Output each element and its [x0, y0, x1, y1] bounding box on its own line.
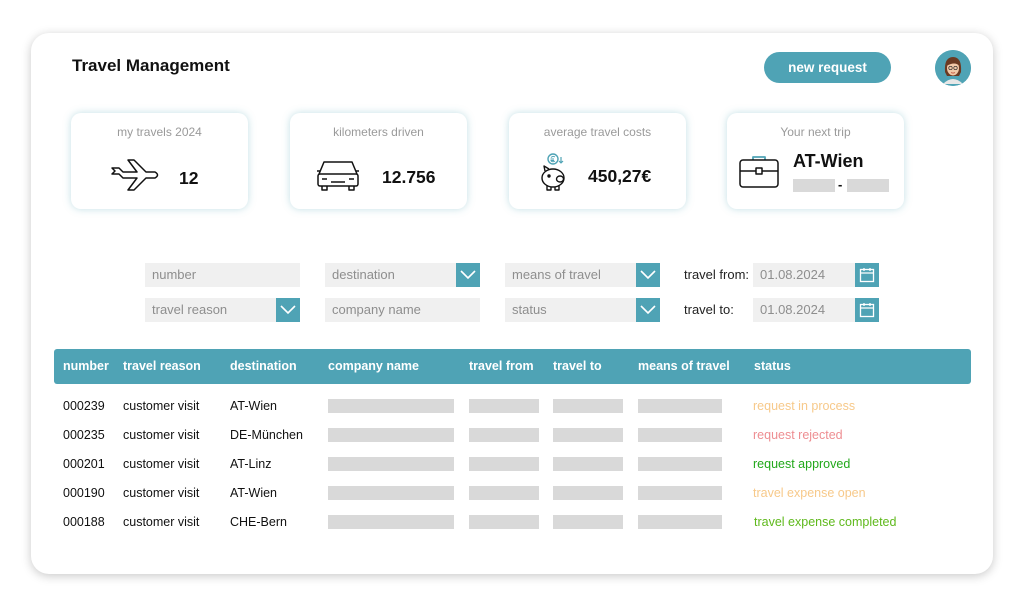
- cell-reason: customer visit: [123, 399, 200, 413]
- redacted-means: [638, 486, 722, 500]
- cell-destination: AT-Wien: [230, 399, 277, 413]
- table-row[interactable]: 000190 customer visit AT-Wien travel exp…: [0, 483, 1024, 503]
- redacted-travel-to: [553, 399, 623, 413]
- cell-reason: customer visit: [123, 428, 200, 442]
- status-rejected: request rejected: [753, 428, 843, 442]
- travel-from-date-field[interactable]: 01.08.2024: [753, 263, 879, 287]
- redacted-means: [638, 399, 722, 413]
- status-placeholder: status: [512, 302, 547, 317]
- redacted-travel-to: [553, 515, 623, 529]
- status-select[interactable]: status: [505, 298, 660, 322]
- column-header-travel-from[interactable]: travel from: [469, 349, 534, 384]
- cell-number: 000235: [63, 428, 105, 442]
- means-of-travel-select[interactable]: means of travel: [505, 263, 660, 287]
- column-header-destination[interactable]: destination: [230, 349, 297, 384]
- chevron-down-icon[interactable]: [456, 263, 480, 287]
- redacted-company: [328, 457, 454, 471]
- redacted-travel-from: [469, 486, 539, 500]
- redacted-means: [638, 515, 722, 529]
- redacted-date: [793, 179, 835, 192]
- piggy-bank-icon: [539, 153, 569, 198]
- kpi-card-costs: average travel costs 450,27€: [509, 113, 686, 209]
- table-row[interactable]: 000235 customer visit DE-München request…: [0, 425, 1024, 445]
- calendar-icon[interactable]: [855, 298, 879, 322]
- number-input[interactable]: number: [145, 263, 300, 287]
- redacted-travel-from: [469, 515, 539, 529]
- cell-number: 000239: [63, 399, 105, 413]
- kpi-value: 12.756: [382, 167, 436, 187]
- destination-placeholder: destination: [332, 267, 395, 282]
- car-icon: [316, 158, 360, 197]
- kpi-label: Your next trip: [780, 125, 851, 139]
- redacted-means: [638, 428, 722, 442]
- kpi-card-kilometers: kilometers driven 12.756: [290, 113, 467, 209]
- chevron-down-icon[interactable]: [636, 298, 660, 322]
- travel-to-label: travel to:: [684, 302, 734, 317]
- column-header-travel-to[interactable]: travel to: [553, 349, 602, 384]
- redacted-travel-to: [553, 457, 623, 471]
- kpi-label: average travel costs: [543, 125, 652, 139]
- travel-from-value: 01.08.2024: [760, 267, 826, 282]
- travel-reason-select[interactable]: travel reason: [145, 298, 300, 322]
- column-header-status[interactable]: status: [754, 349, 791, 384]
- cell-number: 000201: [63, 457, 105, 471]
- cell-destination: AT-Wien: [230, 486, 277, 500]
- briefcase-icon: [738, 154, 780, 195]
- kpi-value: 450,27€: [588, 166, 652, 186]
- travel-reason-placeholder: travel reason: [152, 302, 228, 317]
- calendar-icon[interactable]: [855, 263, 879, 287]
- column-header-number[interactable]: number: [63, 349, 109, 384]
- redacted-travel-to: [553, 428, 623, 442]
- kpi-value: 12: [179, 168, 199, 188]
- destination-select[interactable]: destination: [325, 263, 480, 287]
- table-header: number travel reason destination company…: [54, 349, 971, 384]
- date-separator: -: [838, 177, 843, 192]
- redacted-company: [328, 399, 454, 413]
- company-name-input[interactable]: company name: [325, 298, 480, 322]
- redacted-travel-from: [469, 399, 539, 413]
- redacted-travel-from: [469, 428, 539, 442]
- status-in-process: request in process: [753, 399, 856, 413]
- redacted-company: [328, 486, 454, 500]
- redacted-travel-to: [553, 486, 623, 500]
- travel-to-value: 01.08.2024: [760, 302, 826, 317]
- column-header-company-name[interactable]: company name: [328, 349, 419, 384]
- page-title: Travel Management: [72, 56, 230, 75]
- kpi-card-travels: my travels 2024 12: [71, 113, 248, 209]
- cell-destination: CHE-Bern: [230, 515, 287, 529]
- travel-to-date-field[interactable]: 01.08.2024: [753, 298, 879, 322]
- redacted-means: [638, 457, 722, 471]
- status-expense-completed: travel expense completed: [754, 515, 897, 529]
- status-expense-open: travel expense open: [753, 486, 866, 500]
- cell-destination: AT-Linz: [230, 457, 272, 471]
- cell-reason: customer visit: [123, 515, 200, 529]
- means-placeholder: means of travel: [512, 267, 601, 282]
- chevron-down-icon[interactable]: [636, 263, 660, 287]
- kpi-label: kilometers driven: [333, 125, 424, 139]
- avatar[interactable]: [935, 50, 971, 86]
- airplane-icon: [109, 157, 163, 198]
- cell-destination: DE-München: [230, 428, 303, 442]
- cell-reason: customer visit: [123, 486, 200, 500]
- table-row[interactable]: 000239 customer visit AT-Wien request in…: [0, 396, 1024, 416]
- table-row[interactable]: 000188 customer visit CHE-Bern travel ex…: [0, 512, 1024, 532]
- status-approved: request approved: [753, 457, 851, 471]
- redacted-date: [847, 179, 889, 192]
- cell-number: 000190: [63, 486, 105, 500]
- chevron-down-icon[interactable]: [276, 298, 300, 322]
- new-request-button[interactable]: new request: [764, 52, 891, 83]
- travel-from-label: travel from:: [684, 267, 750, 282]
- kpi-label: my travels 2024: [117, 125, 202, 139]
- cell-reason: customer visit: [123, 457, 200, 471]
- table-row[interactable]: 000201 customer visit AT-Linz request ap…: [0, 454, 1024, 474]
- column-header-means-of-travel[interactable]: means of travel: [638, 349, 730, 384]
- kpi-card-next-trip: Your next trip AT-Wien -: [727, 113, 904, 209]
- cell-number: 000188: [63, 515, 105, 529]
- column-header-travel-reason[interactable]: travel reason: [123, 349, 201, 384]
- next-trip-destination: AT-Wien: [793, 151, 864, 171]
- redacted-company: [328, 428, 454, 442]
- redacted-company: [328, 515, 454, 529]
- redacted-travel-from: [469, 457, 539, 471]
